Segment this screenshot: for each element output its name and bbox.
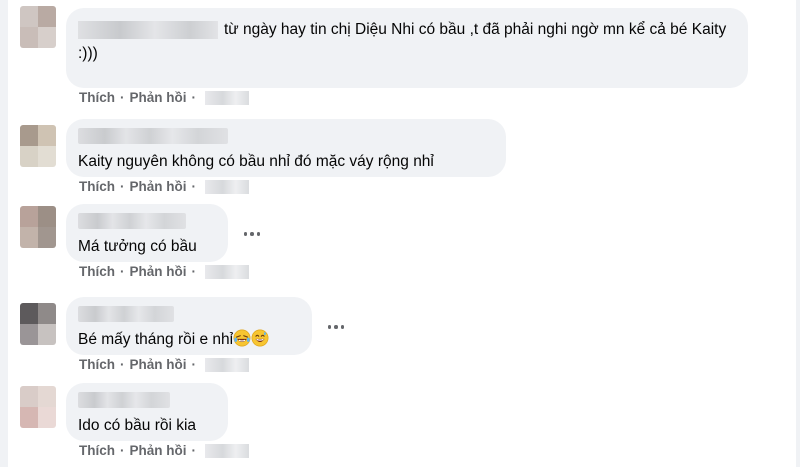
- separator: ·: [191, 443, 197, 458]
- blurred-author-name: [78, 20, 218, 39]
- separator: ·: [191, 264, 197, 279]
- like-button[interactable]: Thích: [79, 443, 115, 458]
- blurred-timestamp[interactable]: [205, 357, 249, 372]
- like-button[interactable]: Thích: [79, 264, 115, 279]
- avatar-pixel: [20, 227, 38, 248]
- comment-bubble: từ ngày hay tin chị Diệu Nhi có bầu ,t đ…: [66, 8, 748, 88]
- avatar[interactable]: [20, 386, 56, 428]
- reply-button[interactable]: Phản hồi: [130, 264, 187, 279]
- more-options-icon[interactable]: [322, 317, 350, 337]
- comment-actions: Thích · Phản hồi ·: [79, 90, 249, 105]
- rolling-on-floor-laughing-emoji: [233, 329, 251, 347]
- separator: ·: [120, 90, 125, 105]
- blurred-author-name: [78, 306, 174, 322]
- separator: ·: [120, 357, 125, 372]
- avatar-pixel: [20, 6, 38, 27]
- blurred-timestamp[interactable]: [205, 264, 249, 279]
- page-edge: [796, 0, 800, 467]
- separator: ·: [191, 90, 197, 105]
- avatar-pixel: [38, 146, 56, 167]
- comment-actions: Thích · Phản hồi ·: [79, 179, 249, 194]
- separator: ·: [120, 179, 125, 194]
- avatar-pixel: [20, 125, 38, 146]
- separator: ·: [120, 443, 125, 458]
- avatar[interactable]: [20, 206, 56, 248]
- blurred-timestamp[interactable]: [205, 443, 249, 458]
- blurred-timestamp[interactable]: [205, 179, 249, 194]
- comment-text: Ido có bầu rồi kia: [78, 417, 197, 434]
- comment-actions: Thích · Phản hồi ·: [79, 264, 249, 279]
- avatar-pixel: [38, 206, 56, 227]
- comment-text: từ ngày hay tin chị Diệu Nhi có bầu ,t đ…: [78, 20, 727, 62]
- more-options-icon[interactable]: [238, 224, 266, 244]
- avatar-pixel: [20, 146, 38, 167]
- blurred-author-name: [78, 128, 228, 144]
- comment-bubble: Ido có bầu rồi kia: [66, 383, 228, 441]
- separator: ·: [191, 179, 197, 194]
- reply-button[interactable]: Phản hồi: [130, 179, 187, 194]
- comment-bubble: Má tưởng có bầu: [66, 204, 228, 262]
- avatar-pixel: [38, 27, 56, 48]
- avatar-pixel: [38, 407, 56, 428]
- avatar-pixel: [38, 324, 56, 345]
- separator: ·: [120, 264, 125, 279]
- blurred-author-name: [78, 213, 186, 229]
- like-button[interactable]: Thích: [79, 90, 115, 105]
- like-button[interactable]: Thích: [79, 357, 115, 372]
- avatar-pixel: [38, 125, 56, 146]
- avatar-pixel: [20, 386, 38, 407]
- blurred-author-name: [78, 392, 170, 408]
- thread-line: [0, 0, 8, 467]
- avatar-pixel: [20, 407, 38, 428]
- comment-bubble: Bé mấy tháng rồi e nhỉ: [66, 297, 312, 355]
- grinning-sweat-emoji: [251, 329, 269, 347]
- like-button[interactable]: Thích: [79, 179, 115, 194]
- avatar-pixel: [20, 303, 38, 324]
- avatar-pixel: [38, 227, 56, 248]
- reply-button[interactable]: Phản hồi: [130, 90, 187, 105]
- avatar-pixel: [38, 6, 56, 27]
- reply-button[interactable]: Phản hồi: [130, 357, 187, 372]
- avatar[interactable]: [20, 6, 56, 48]
- avatar[interactable]: [20, 303, 56, 345]
- comment-bubble: Kaity nguyên không có bầu nhỉ đó mặc váy…: [66, 119, 506, 177]
- avatar-pixel: [20, 206, 38, 227]
- comment-actions: Thích · Phản hồi ·: [79, 443, 249, 458]
- comment-text: Kaity nguyên không có bầu nhỉ đó mặc váy…: [78, 153, 434, 170]
- avatar-pixel: [38, 303, 56, 324]
- comment-text: Má tưởng có bầu: [78, 238, 197, 255]
- comment-actions: Thích · Phản hồi ·: [79, 357, 249, 372]
- separator: ·: [191, 357, 197, 372]
- blurred-timestamp[interactable]: [205, 90, 249, 105]
- avatar-pixel: [20, 324, 38, 345]
- avatar-pixel: [38, 386, 56, 407]
- avatar-pixel: [20, 27, 38, 48]
- reply-button[interactable]: Phản hồi: [130, 443, 187, 458]
- avatar[interactable]: [20, 125, 56, 167]
- comment-text: Bé mấy tháng rồi e nhỉ: [78, 328, 300, 352]
